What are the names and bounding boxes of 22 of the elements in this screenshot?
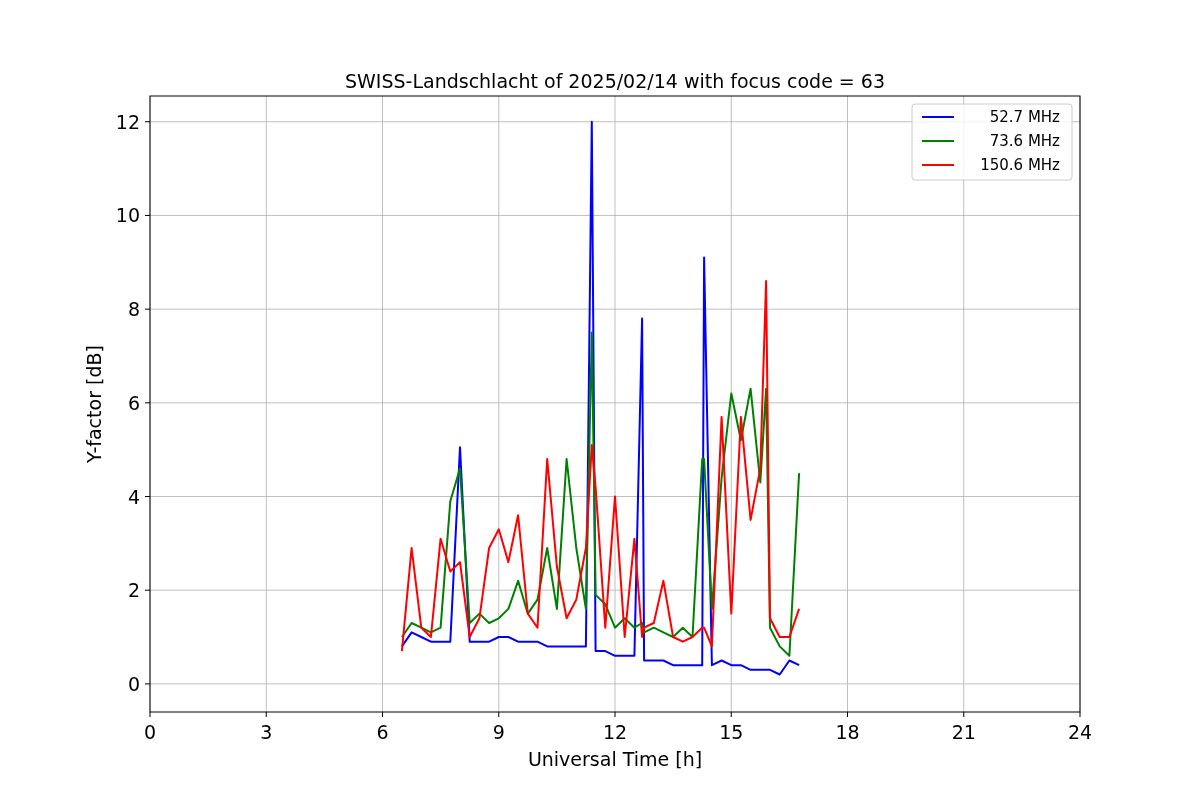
y-axis-label: Y-factor [dB] — [83, 345, 105, 463]
y-tick-label: 4 — [127, 485, 140, 508]
y-tick-label: 0 — [127, 672, 140, 695]
x-tick-label: 3 — [260, 721, 273, 743]
legend-label: 73.6 MHz — [989, 132, 1060, 150]
x-tick-label: 18 — [835, 721, 860, 743]
legend-label: 52.7 MHz — [989, 108, 1060, 126]
y-tick-label: 2 — [127, 579, 140, 602]
y-tick-label: 6 — [127, 391, 140, 414]
y-tick-label: 12 — [115, 110, 140, 133]
x-tick-label: 15 — [719, 721, 744, 743]
y-tick-label: 10 — [115, 204, 140, 227]
x-tick-label: 12 — [602, 721, 628, 743]
x-tick-label: 24 — [1067, 721, 1093, 743]
legend-label: 150.6 MHz — [980, 156, 1060, 174]
chart-title: SWISS-Landschlacht of 2025/02/14 with focus code = 63 — [345, 70, 885, 92]
x-tick-label: 21 — [951, 721, 976, 743]
x-axis-label: Universal Time [h] — [527, 748, 703, 770]
x-tick-label: 6 — [376, 721, 389, 743]
x-tick-label: 9 — [492, 721, 505, 743]
x-tick-label: 0 — [143, 721, 157, 743]
y-tick-label: 8 — [127, 298, 140, 321]
